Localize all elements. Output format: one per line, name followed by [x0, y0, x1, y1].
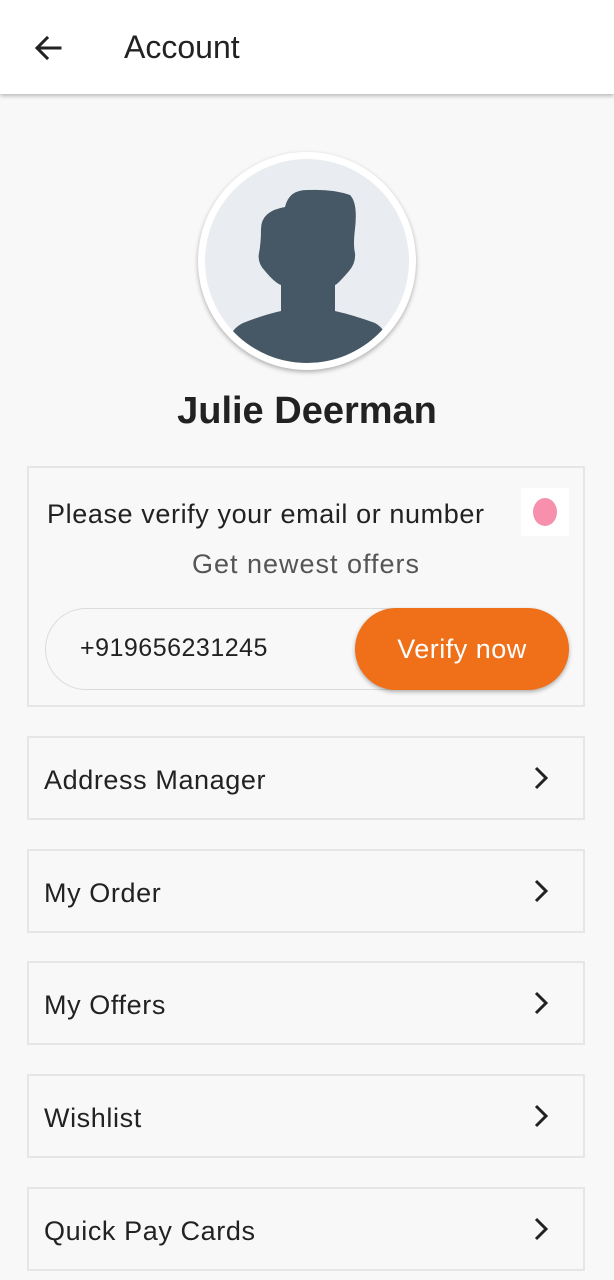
default-avatar-icon [205, 159, 409, 363]
verify-card: Please verify your email or number Get n… [27, 466, 585, 707]
avatar[interactable] [198, 152, 416, 370]
notification-dot-icon [533, 498, 557, 526]
menu-item-label: My Offers [44, 990, 166, 1020]
verify-now-button[interactable]: Verify now [355, 608, 569, 690]
arrow-left-icon [34, 35, 62, 61]
menu-item-address-manager[interactable]: Address Manager [27, 736, 585, 820]
menu-item-label: Address Manager [44, 765, 267, 795]
chevron-right-icon [534, 991, 549, 1015]
user-name: Julie Deerman [177, 390, 437, 432]
app-bar: Account [0, 0, 614, 94]
chevron-right-icon [534, 1217, 549, 1241]
back-button[interactable] [26, 26, 70, 70]
menu-item-my-offers[interactable]: My Offers [27, 961, 585, 1045]
menu-item-my-order[interactable]: My Order [27, 849, 585, 933]
chevron-right-icon [534, 766, 549, 790]
phone-value[interactable]: +919656231245 [80, 631, 268, 665]
notification-dot-container [521, 488, 569, 536]
menu-item-wishlist[interactable]: Wishlist [27, 1074, 585, 1158]
menu-item-quick-pay-cards[interactable]: Quick Pay Cards [27, 1187, 585, 1271]
chevron-right-icon [534, 1104, 549, 1128]
page-title: Account [124, 29, 240, 65]
verify-subtitle: Get newest offers [191, 549, 421, 579]
verify-title: Please verify your email or number [47, 499, 485, 529]
menu-item-label: Wishlist [44, 1103, 142, 1133]
menu-item-label: Quick Pay Cards [44, 1216, 256, 1246]
chevron-right-icon [534, 879, 549, 903]
menu-item-label: My Order [44, 878, 162, 908]
